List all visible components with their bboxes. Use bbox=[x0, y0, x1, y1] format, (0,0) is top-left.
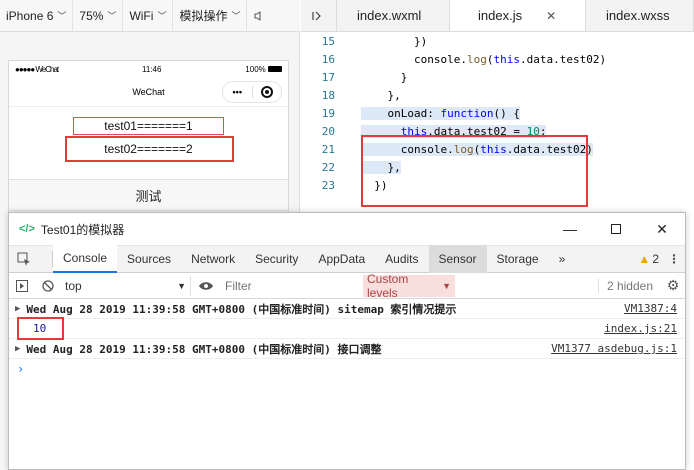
record-icon bbox=[260, 86, 273, 98]
menu-capsule[interactable]: ••• bbox=[222, 81, 282, 103]
tab-sensor[interactable]: Sensor bbox=[428, 245, 487, 273]
value-highlight-box bbox=[17, 317, 64, 340]
context-select[interactable]: top ▼ bbox=[61, 275, 191, 296]
code-line: 16 console.log(this.data.test02) bbox=[321, 52, 607, 66]
log-levels-select[interactable]: Custom levels ▼ bbox=[363, 271, 455, 300]
devtools-titlebar: </> Test01的模拟器 — ✕ bbox=[9, 213, 685, 245]
console-log: ▶ Wed Aug 28 2019 11:39:58 GMT+0800 (中国标… bbox=[9, 299, 685, 379]
code-area[interactable]: 15 }) 16 console.log(this.data.test02) 1… bbox=[301, 32, 694, 207]
phone-statusbar: ●●●●● WeChat 11:46 100% bbox=[9, 61, 288, 77]
tab-security[interactable]: Security bbox=[245, 245, 308, 273]
tab-label: index.wxml bbox=[357, 8, 422, 23]
zoom-select[interactable]: 75% ﹀ bbox=[73, 0, 124, 32]
ide-window: iPhone 6 ﹀ 75% ﹀ WiFi ﹀ 模拟操作 ﹀ ●●●●● WeChat … bbox=[0, 0, 694, 470]
log-message: Wed Aug 28 2019 11:39:58 GMT+0800 (中国标准时… bbox=[26, 302, 457, 316]
speaker-icon[interactable] bbox=[247, 0, 271, 32]
minimize-button[interactable]: — bbox=[547, 213, 593, 245]
gear-icon[interactable]: ⚙ bbox=[661, 277, 685, 294]
kebab-menu-icon[interactable]: ⋮ bbox=[663, 252, 685, 266]
wechat-devtools-logo-icon: </> bbox=[19, 223, 35, 235]
source-link[interactable]: index.js:21 bbox=[604, 322, 677, 335]
chevron-down-icon: ﹀ bbox=[231, 11, 241, 21]
close-icon[interactable]: ✕ bbox=[546, 9, 556, 23]
tab-index-wxss[interactable]: index.wxss bbox=[586, 0, 694, 31]
carrier-signal: ●●●●● WeChat bbox=[15, 64, 59, 74]
test-button[interactable]: 测试 bbox=[9, 179, 288, 211]
battery-level: 100% bbox=[245, 65, 282, 74]
source-link[interactable]: VM1387:4 bbox=[624, 302, 677, 315]
status-time: 11:46 bbox=[142, 64, 162, 74]
expand-triangle-icon[interactable]: ▶ bbox=[15, 304, 20, 314]
tab-console[interactable]: Console bbox=[53, 245, 118, 273]
close-capsule-button[interactable] bbox=[252, 86, 281, 98]
maximize-button[interactable] bbox=[593, 213, 639, 245]
hidden-count: 2 hidden bbox=[597, 278, 661, 293]
tab-nav-icon[interactable] bbox=[301, 0, 337, 31]
phone-navbar: WeChat ••• bbox=[9, 77, 288, 107]
editor-tabs: index.wxml index.js ✕ index.wxss bbox=[301, 0, 694, 32]
tab-label: index.js bbox=[478, 8, 523, 23]
close-button[interactable]: ✕ bbox=[639, 213, 685, 245]
navbar-title: WeChat bbox=[132, 86, 165, 97]
simulator-toolbar: iPhone 6 ﹀ 75% ﹀ WiFi ﹀ 模拟操作 ﹀ bbox=[0, 0, 300, 32]
tab-storage[interactable]: Storage bbox=[487, 245, 549, 273]
sidebar-toggle-icon[interactable] bbox=[9, 279, 35, 292]
tab-sources[interactable]: Sources bbox=[117, 245, 181, 273]
inspect-icon[interactable] bbox=[9, 252, 39, 266]
log-entry: 10 index.js:21 bbox=[9, 317, 685, 340]
log-entry[interactable]: ▶ Wed Aug 28 2019 11:39:58 GMT+0800 (中国标… bbox=[9, 299, 685, 319]
prompt-chevron-icon: › bbox=[17, 362, 25, 376]
more-icon[interactable]: ••• bbox=[223, 87, 252, 97]
operation-select[interactable]: 模拟操作 ﹀ bbox=[173, 0, 248, 32]
battery-icon bbox=[268, 66, 282, 73]
tab-audits[interactable]: Audits bbox=[375, 245, 428, 273]
device-label: iPhone 6 bbox=[6, 8, 54, 23]
code-line: 19 onLoad: function() { bbox=[321, 106, 520, 120]
warning-counter[interactable]: ▲ 2 bbox=[638, 252, 663, 266]
tab-appdata[interactable]: AppData bbox=[308, 245, 375, 273]
device-toggle-icon[interactable] bbox=[39, 251, 53, 267]
zoom-label: 75% bbox=[79, 8, 104, 23]
eye-icon[interactable] bbox=[191, 281, 221, 291]
chevron-down-icon: ﹀ bbox=[107, 11, 117, 21]
operation-label: 模拟操作 bbox=[179, 9, 228, 23]
console-prompt[interactable]: › bbox=[9, 359, 685, 379]
devtools-window: </> Test01的模拟器 — ✕ Console Sources Netwo… bbox=[8, 212, 686, 470]
device-select[interactable]: iPhone 6 ﹀ bbox=[0, 0, 74, 32]
code-line: 15 }) bbox=[321, 34, 428, 48]
console-filter-bar: top ▼ Custom levels ▼ 2 hidden ⚙ bbox=[9, 271, 685, 300]
window-controls: — ✕ bbox=[547, 213, 685, 245]
devtools-tabs: Console Sources Network Security AppData… bbox=[9, 245, 685, 273]
expand-triangle-icon[interactable]: ▶ bbox=[15, 344, 20, 354]
code-line: 17 } bbox=[321, 70, 408, 84]
log-entry[interactable]: ▶ Wed Aug 28 2019 11:39:58 GMT+0800 (中国标… bbox=[9, 339, 685, 359]
code-highlight-box bbox=[361, 135, 588, 207]
dropdown-arrow-icon: ▼ bbox=[442, 280, 451, 291]
chevron-down-icon: ﹀ bbox=[157, 11, 167, 21]
dropdown-arrow-icon: ▼ bbox=[177, 280, 186, 291]
warning-icon: ▲ bbox=[638, 252, 651, 266]
clear-console-icon[interactable] bbox=[35, 279, 61, 292]
context-label: top bbox=[65, 278, 82, 293]
levels-label: Custom levels bbox=[367, 271, 409, 300]
network-label: WiFi bbox=[129, 8, 154, 23]
test02-text: test02=======2 bbox=[104, 142, 193, 156]
code-editor: index.wxml index.js ✕ index.wxss 15 }) 16… bbox=[301, 0, 694, 215]
source-link[interactable]: VM1377 asdebug.js:1 bbox=[551, 342, 677, 355]
code-line: 18 }, bbox=[321, 88, 401, 102]
tab-index-js[interactable]: index.js ✕ bbox=[450, 0, 586, 31]
test01-text: test01=======1 bbox=[73, 117, 224, 135]
devtools-title: Test01的模拟器 bbox=[40, 222, 125, 237]
tab-index-wxml[interactable]: index.wxml bbox=[337, 0, 450, 31]
tab-label: index.wxss bbox=[606, 8, 670, 23]
tab-network[interactable]: Network bbox=[181, 245, 245, 273]
page-content: test01=======1 test02=======2 bbox=[9, 107, 288, 179]
chevron-down-icon: ﹀ bbox=[57, 11, 67, 21]
filter-input[interactable] bbox=[221, 275, 363, 296]
warning-count: 2 bbox=[652, 252, 659, 266]
more-tabs-icon[interactable]: » bbox=[549, 245, 576, 273]
log-message: Wed Aug 28 2019 11:39:58 GMT+0800 (中国标准时… bbox=[26, 342, 382, 356]
network-select[interactable]: WiFi ﹀ bbox=[123, 0, 174, 32]
